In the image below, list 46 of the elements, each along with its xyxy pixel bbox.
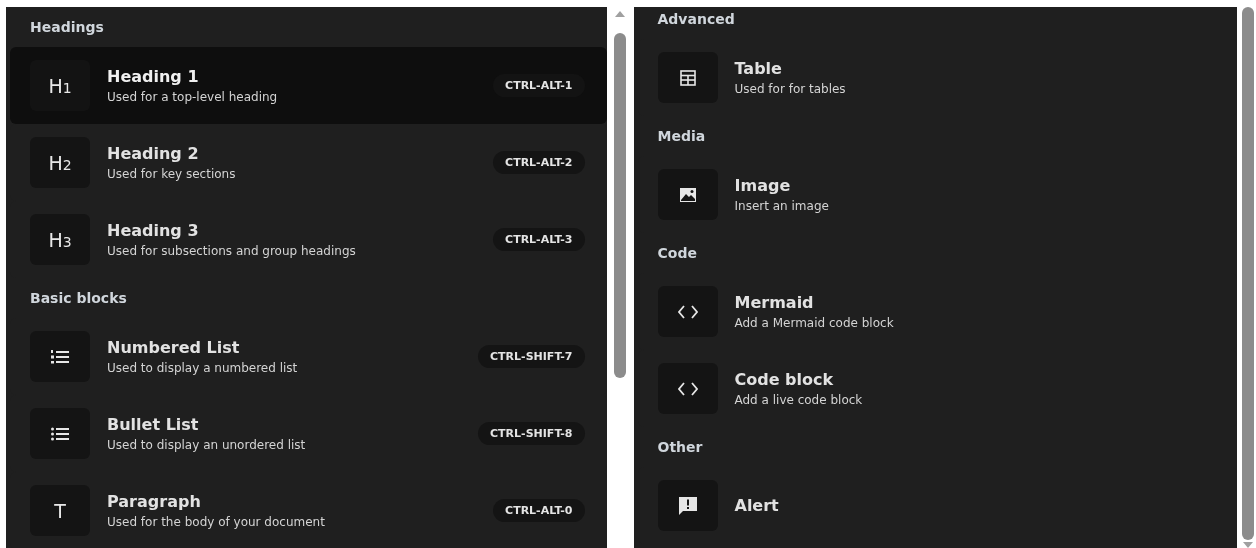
scrollbar-thumb[interactable]: [613, 33, 626, 378]
item-title: Code block: [734, 370, 835, 389]
section-heading: Advanced: [657, 11, 735, 27]
code-icon: [677, 304, 698, 319]
shortcut-label: CTRL-ALT-2: [493, 151, 585, 174]
item-title: Table: [734, 59, 783, 78]
item-title: Heading 2: [107, 144, 200, 163]
image-icon: [679, 187, 696, 202]
scrollbar[interactable]: [1240, 7, 1256, 548]
bullet-list-icon: [51, 425, 69, 442]
section-heading: Headings: [30, 19, 104, 35]
item-description: Used to display an unordered list: [107, 438, 307, 452]
section-heading: Code: [657, 245, 697, 261]
alert-icon: [677, 495, 698, 516]
shortcut-label: CTRL-ALT-3: [493, 228, 585, 251]
item-title: Paragraph: [107, 492, 202, 511]
item-description: Used for subsections and group headings: [107, 244, 357, 258]
section-heading: Basic blocks: [30, 290, 127, 306]
scroll-up-icon[interactable]: [614, 10, 625, 18]
item-title: Mermaid: [734, 293, 815, 312]
item-description: Insert an image: [734, 199, 830, 213]
table-icon: [679, 69, 696, 86]
shortcut-label: CTRL-SHIFT-8: [478, 422, 585, 445]
item-title: Heading 1: [107, 67, 200, 86]
heading-icon-label: T: [54, 499, 66, 522]
item-description: Add a Mermaid code block: [734, 316, 895, 330]
numbered-list-icon: [51, 348, 69, 365]
code-icon: [677, 381, 698, 396]
section-heading: Other: [657, 439, 703, 455]
shortcut-label: CTRL-ALT-0: [493, 499, 585, 522]
item-description: Used for for tables: [734, 82, 847, 96]
item-description: Used to display a numbered list: [107, 361, 299, 375]
shortcut-label: CTRL-SHIFT-7: [478, 345, 585, 368]
item-title: Alert: [734, 496, 780, 515]
item-description: Add a live code block: [734, 393, 864, 407]
item-title: Bullet List: [107, 415, 200, 434]
item-title: Numbered List: [107, 338, 241, 357]
shortcut-label: CTRL-ALT-1: [493, 74, 585, 97]
item-description: Used for the body of your document: [107, 515, 326, 529]
item-description: Used for a top-level heading: [107, 90, 279, 104]
section-heading: Media: [657, 128, 706, 144]
item-title: Image: [734, 176, 792, 195]
scroll-down-icon[interactable]: [1243, 542, 1253, 548]
item-description: Used for key sections: [107, 167, 237, 181]
scrollbar-thumb[interactable]: [1242, 7, 1254, 540]
item-title: Heading 3: [107, 221, 200, 240]
